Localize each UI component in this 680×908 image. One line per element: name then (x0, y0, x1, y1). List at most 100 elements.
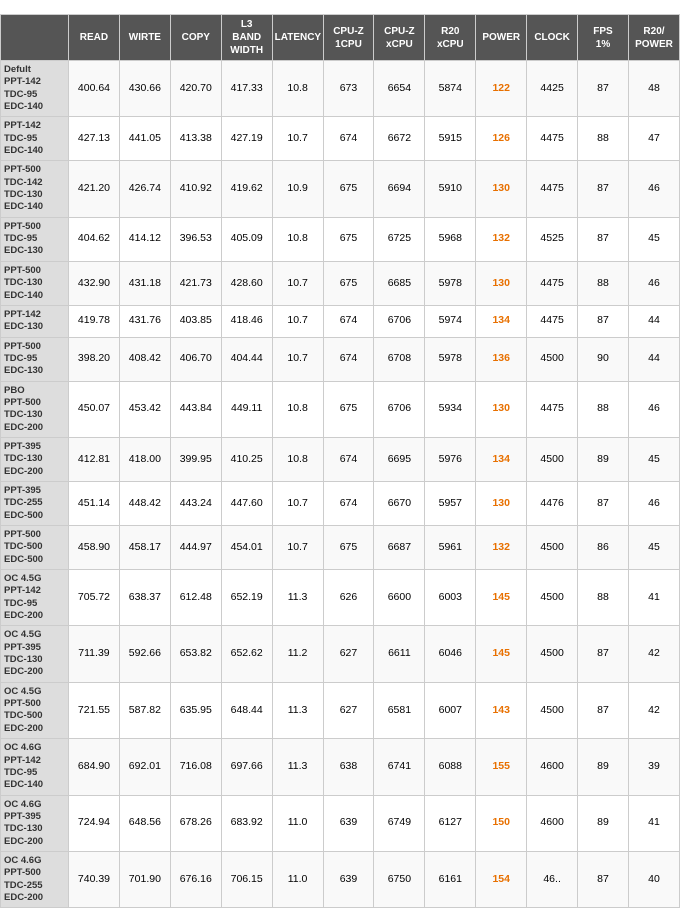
cell-fps-1%: 89 (578, 795, 629, 851)
cell-read: 421.20 (69, 161, 120, 217)
col-header-r20-xcpu: R20xCPU (425, 15, 476, 61)
cell-clock: 4600 (527, 795, 578, 851)
cell-fps-1%: 88 (578, 261, 629, 305)
cell-r20/-power: 42 (628, 626, 679, 682)
table-row: OC 4.5GPPT-395TDC-130EDC-200711.39592.66… (1, 626, 680, 682)
cell-wirte: 638.37 (119, 570, 170, 626)
cell-read: 398.20 (69, 337, 120, 381)
col-header-clock: CLOCK (527, 15, 578, 61)
cell-cpu-z-1cpu: 675 (323, 381, 374, 437)
row-label: PPT-500TDC-142TDC-130EDC-140 (1, 161, 69, 217)
cell-power: 145 (476, 570, 527, 626)
cell-copy: 396.53 (170, 217, 221, 261)
cell-fps-1%: 87 (578, 217, 629, 261)
cell-latency: 11.3 (272, 682, 323, 738)
cell-wirte: 414.12 (119, 217, 170, 261)
cell-r20-xcpu: 5957 (425, 481, 476, 525)
cell-r20/-power: 45 (628, 526, 679, 570)
cell-power: 143 (476, 682, 527, 738)
cell-r20/-power: 40 (628, 851, 679, 907)
cell-wirte: 431.18 (119, 261, 170, 305)
cell-clock: 4525 (527, 217, 578, 261)
cell-power: 145 (476, 626, 527, 682)
cell-r20/-power: 46 (628, 481, 679, 525)
cell-r20/-power: 44 (628, 305, 679, 337)
cell-cpu-z-xcpu: 6581 (374, 682, 425, 738)
cell-cpu-z-xcpu: 6685 (374, 261, 425, 305)
cell-read: 721.55 (69, 682, 120, 738)
cell-r20-xcpu: 5910 (425, 161, 476, 217)
cell-read: 427.13 (69, 117, 120, 161)
cell-cpu-z-1cpu: 639 (323, 851, 374, 907)
cell-fps-1%: 88 (578, 381, 629, 437)
row-label: OC 4.6GPPT-500TDC-255EDC-200 (1, 851, 69, 907)
cell-latency: 10.8 (272, 61, 323, 117)
cell-wirte: 418.00 (119, 437, 170, 481)
cell-r20-xcpu: 6088 (425, 739, 476, 795)
cell-fps-1%: 89 (578, 739, 629, 795)
cell-l3-band-width: 652.19 (221, 570, 272, 626)
table-row: PPT-500TDC-130EDC-140432.90431.18421.734… (1, 261, 680, 305)
cell-latency: 10.7 (272, 481, 323, 525)
cell-r20-xcpu: 6046 (425, 626, 476, 682)
cell-r20/-power: 45 (628, 217, 679, 261)
cell-copy: 612.48 (170, 570, 221, 626)
cell-cpu-z-xcpu: 6672 (374, 117, 425, 161)
cell-latency: 11.0 (272, 851, 323, 907)
cell-latency: 10.8 (272, 437, 323, 481)
table-row: DefultPPT-142TDC-95EDC-140400.64430.6642… (1, 61, 680, 117)
cell-fps-1%: 87 (578, 481, 629, 525)
cell-copy: 443.24 (170, 481, 221, 525)
cell-copy: 653.82 (170, 626, 221, 682)
cell-copy: 678.26 (170, 795, 221, 851)
cell-r20-xcpu: 5974 (425, 305, 476, 337)
cell-cpu-z-xcpu: 6741 (374, 739, 425, 795)
cell-r20-xcpu: 5978 (425, 261, 476, 305)
cell-cpu-z-1cpu: 675 (323, 526, 374, 570)
cell-r20/-power: 39 (628, 739, 679, 795)
cell-r20-xcpu: 5976 (425, 437, 476, 481)
cell-cpu-z-xcpu: 6695 (374, 437, 425, 481)
table-row: PPT-500TDC-142TDC-130EDC-140421.20426.74… (1, 161, 680, 217)
cell-l3-band-width: 706.15 (221, 851, 272, 907)
cell-cpu-z-1cpu: 674 (323, 437, 374, 481)
cell-cpu-z-1cpu: 675 (323, 217, 374, 261)
cell-fps-1%: 87 (578, 305, 629, 337)
cell-wirte: 408.42 (119, 337, 170, 381)
cell-latency: 10.9 (272, 161, 323, 217)
cell-latency: 10.8 (272, 381, 323, 437)
cell-l3-band-width: 404.44 (221, 337, 272, 381)
row-label: OC 4.5GPPT-500TDC-500EDC-200 (1, 682, 69, 738)
cell-read: 711.39 (69, 626, 120, 682)
cell-cpu-z-xcpu: 6600 (374, 570, 425, 626)
cell-copy: 443.84 (170, 381, 221, 437)
row-label: OC 4.5GPPT-395TDC-130EDC-200 (1, 626, 69, 682)
row-label: OC 4.5GPPT-142TDC-95EDC-200 (1, 570, 69, 626)
cell-power: 130 (476, 481, 527, 525)
cell-power: 154 (476, 851, 527, 907)
cell-read: 724.94 (69, 795, 120, 851)
table-row: OC 4.5GPPT-142TDC-95EDC-200705.72638.376… (1, 570, 680, 626)
cell-clock: 4475 (527, 381, 578, 437)
cell-r20/-power: 46 (628, 261, 679, 305)
cell-clock: 4500 (527, 570, 578, 626)
cell-power: 132 (476, 217, 527, 261)
table-row: PPT-500TDC-500EDC-500458.90458.17444.974… (1, 526, 680, 570)
table-row: PPT-500TDC-95EDC-130404.62414.12396.5340… (1, 217, 680, 261)
cell-latency: 11.2 (272, 626, 323, 682)
cell-copy: 410.92 (170, 161, 221, 217)
col-header-cpu-z-xcpu: CPU-ZxCPU (374, 15, 425, 61)
cell-r20/-power: 45 (628, 437, 679, 481)
cell-r20-xcpu: 5934 (425, 381, 476, 437)
cell-r20/-power: 47 (628, 117, 679, 161)
cell-cpu-z-xcpu: 6725 (374, 217, 425, 261)
table-row: PPT-395TDC-255EDC-500451.14448.42443.244… (1, 481, 680, 525)
cell-r20-xcpu: 5915 (425, 117, 476, 161)
col-header-r20/-power: R20/POWER (628, 15, 679, 61)
row-label: PPT-395TDC-130EDC-200 (1, 437, 69, 481)
row-label: PPT-500TDC-500EDC-500 (1, 526, 69, 570)
cell-r20/-power: 42 (628, 682, 679, 738)
cell-fps-1%: 87 (578, 626, 629, 682)
table-row: PPT-142EDC-130419.78431.76403.85418.4610… (1, 305, 680, 337)
cell-wirte: 441.05 (119, 117, 170, 161)
